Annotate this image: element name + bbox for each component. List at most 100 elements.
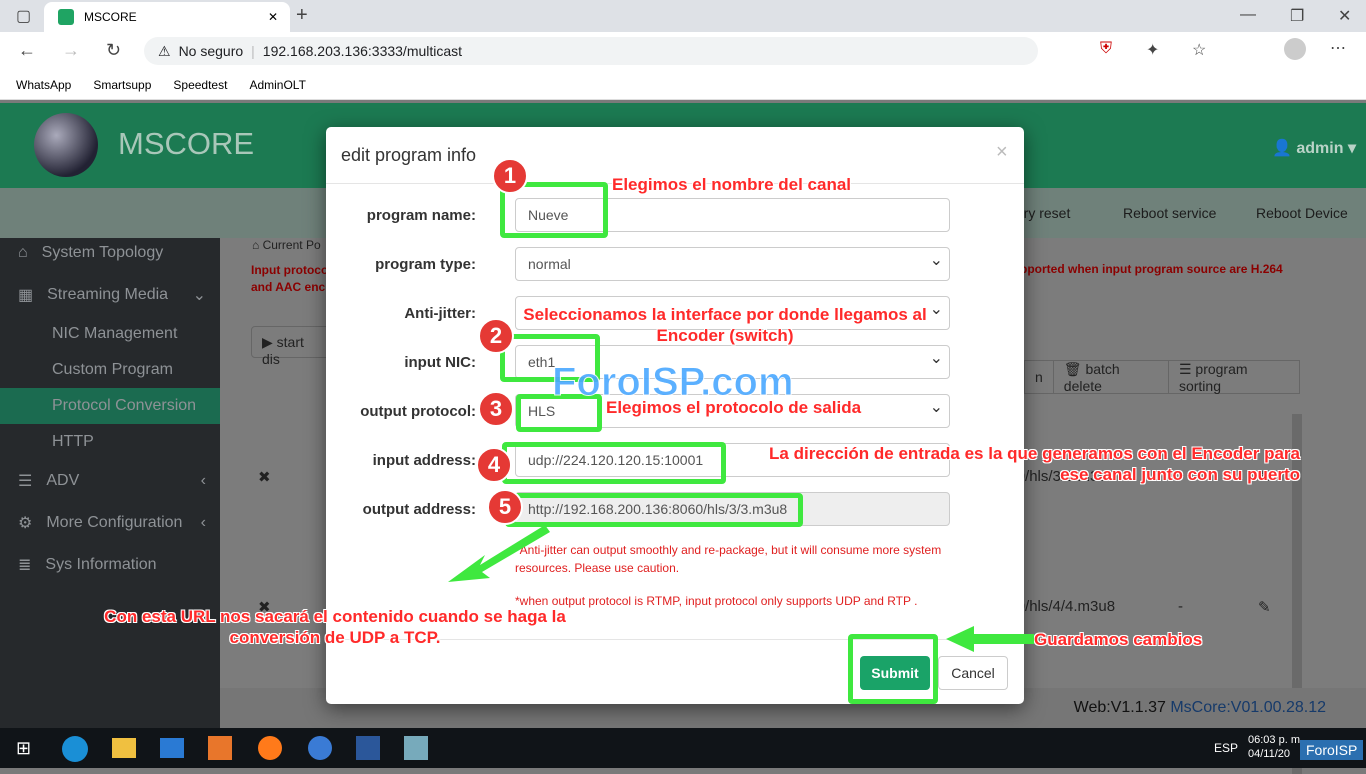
- output-address-label: output address:: [362, 501, 476, 518]
- reboot-service-link[interactable]: Reboot service: [1123, 205, 1216, 221]
- thunderbird-icon[interactable]: [308, 736, 332, 760]
- edge-icon[interactable]: [62, 736, 88, 762]
- annotation-2: Seleccionamos la interface por donde lle…: [523, 305, 927, 345]
- ublock-icon[interactable]: ⛨: [1100, 40, 1112, 58]
- bookmark-smartsupp[interactable]: Smartsupp: [93, 78, 151, 92]
- bookmark-whatsapp[interactable]: WhatsApp: [16, 78, 71, 92]
- annotation-1: Elegimos el nombre del canal: [612, 175, 852, 194]
- url-input[interactable]: ⚠ No seguro | 192.168.203.136:3333/multi…: [144, 37, 1038, 65]
- sidebar-item-sys-information[interactable]: ≣ Sys Information: [0, 547, 220, 583]
- security-label: No seguro: [178, 43, 244, 59]
- anti-jitter-label: Anti-jitter:: [404, 305, 476, 322]
- sidebar-item-custom-program[interactable]: Custom Program: [0, 352, 220, 388]
- program-type-select[interactable]: normal: [515, 247, 950, 281]
- sidebar-item-protocol-conversion[interactable]: Protocol Conversion: [0, 388, 220, 424]
- notice-left: Input protoco and AAC enc: [251, 263, 329, 294]
- program-sorting-button[interactable]: ☰ program sorting: [1167, 360, 1299, 394]
- word-icon[interactable]: [356, 736, 380, 760]
- list-icon: ☰: [18, 473, 33, 490]
- output-protocol-label: output protocol:: [360, 403, 476, 420]
- url-text: 192.168.203.136:3333/multicast: [262, 43, 463, 59]
- favicon-icon: [58, 9, 74, 25]
- mail-icon[interactable]: [160, 738, 184, 758]
- sidebar-label: System Topology: [41, 244, 164, 261]
- winbox-icon[interactable]: [404, 736, 428, 760]
- film-icon: ▦: [18, 287, 34, 304]
- start-button[interactable]: ▶ start dis: [251, 326, 331, 367]
- arrow-icon: [946, 626, 1034, 652]
- reload-icon[interactable]: ↻: [106, 40, 121, 61]
- close-window-icon[interactable]: ✕: [1338, 6, 1351, 26]
- table-toolbar: n 🗑 batch delete ☰ program sorting: [1024, 360, 1300, 394]
- reboot-device-link[interactable]: Reboot Device: [1256, 205, 1348, 221]
- input-nic-label: input NIC:: [404, 354, 476, 371]
- profile-avatar[interactable]: [1284, 38, 1306, 60]
- close-icon[interactable]: ×: [996, 141, 1008, 164]
- sidebar-item-http[interactable]: HTTP: [0, 424, 220, 460]
- file-explorer-icon[interactable]: [112, 738, 136, 758]
- highlight-box: [848, 634, 938, 704]
- new-tab-icon[interactable]: +: [296, 4, 308, 27]
- annotation-6: Guardamos cambios: [1034, 630, 1203, 649]
- dialog-title: edit program info: [341, 145, 477, 165]
- firefox-icon[interactable]: [258, 736, 282, 760]
- user-menu[interactable]: 👤 admin ▾: [1272, 138, 1356, 158]
- watermark: ForoISP.com: [552, 360, 795, 405]
- language-indicator[interactable]: ESP: [1214, 741, 1238, 755]
- annotation-4: La dirección de entrada es la que genera…: [769, 444, 1300, 484]
- sidebar-item-streaming-media[interactable]: ▦ Streaming Media ⌄: [0, 277, 220, 313]
- sidebar-item-system-topology[interactable]: ⌂ System Topology: [0, 235, 220, 271]
- browser-tab[interactable]: MSCORE ✕: [44, 2, 290, 32]
- chevron-left-icon: ‹: [200, 514, 206, 531]
- step-badge: 1: [492, 158, 528, 194]
- server-icon: ≣: [18, 557, 32, 574]
- arrow-icon: [448, 525, 550, 582]
- forward-icon[interactable]: →: [62, 40, 80, 61]
- program-name-label: program name:: [366, 207, 476, 224]
- rtmp-warning: *when output protocol is RTMP, input pro…: [515, 594, 918, 608]
- input-address-label: input address:: [372, 452, 476, 469]
- breadcrumb: ⌂ Current Po: [252, 238, 321, 252]
- app-icon[interactable]: [208, 736, 232, 760]
- chevron-down-icon: ⌄: [192, 287, 206, 304]
- sidebar-item-adv[interactable]: ☰ ADV ‹: [0, 463, 220, 499]
- edit-icon[interactable]: ✎: [1258, 598, 1271, 616]
- sidebar-item-nic-management[interactable]: NIC Management: [0, 316, 220, 352]
- bookmark-speedtest[interactable]: Speedtest: [173, 78, 227, 92]
- favorites-icon[interactable]: ☆: [1192, 40, 1206, 60]
- toolbar-button[interactable]: n: [1025, 369, 1053, 385]
- sidebar-label: HTTP: [52, 433, 94, 450]
- row-extra: -: [1178, 598, 1183, 615]
- taskbar: ⊞ ESP 06:03 p. m. 04/11/20 ForoISP: [0, 728, 1366, 768]
- minimize-icon[interactable]: —: [1240, 6, 1256, 24]
- anti-jitter-warning: *Anti-jitter can output smoothly and re-…: [515, 543, 942, 575]
- bookmark-adminolt[interactable]: AdminOLT: [249, 78, 305, 92]
- menu-icon[interactable]: ⋯: [1330, 38, 1346, 58]
- extensions-icon[interactable]: ✦: [1146, 40, 1159, 60]
- user-name: admin: [1296, 140, 1344, 157]
- foroisp-badge: ForoISP: [1300, 740, 1364, 760]
- step-badge: 4: [476, 447, 512, 483]
- gears-icon: ⚙: [18, 515, 33, 532]
- annotation-5: Con esta URL nos sacará el contenido cua…: [104, 607, 566, 647]
- delete-icon[interactable]: ✖: [258, 468, 271, 486]
- back-icon[interactable]: ←: [18, 40, 36, 61]
- sidebar-item-more-configuration[interactable]: ⚙ More Configuration ‹: [0, 505, 220, 541]
- highlight-box: [502, 442, 726, 484]
- windows-start-icon[interactable]: ⊞: [16, 738, 31, 759]
- sidebar-label: ADV: [46, 472, 80, 489]
- brand-title: MSCORE: [118, 126, 255, 161]
- notice-right: pported when input program source are H.…: [1020, 262, 1283, 276]
- cancel-button[interactable]: Cancel: [938, 656, 1008, 690]
- chevron-left-icon: ‹: [200, 472, 206, 489]
- bookmarks-bar: WhatsApp Smartsupp Speedtest AdminOLT: [0, 70, 1366, 100]
- close-tab-icon[interactable]: ✕: [268, 10, 278, 24]
- globe-logo: [34, 113, 98, 177]
- tab-actions-icon[interactable]: ▢: [16, 6, 31, 26]
- batch-delete-button[interactable]: 🗑 batch delete: [1052, 360, 1168, 394]
- restore-icon[interactable]: ❐: [1290, 6, 1304, 26]
- warning-icon: ⚠: [158, 42, 171, 59]
- sidebar-label: NIC Management: [52, 325, 178, 342]
- sidebar-label: Sys Information: [45, 556, 157, 573]
- clock[interactable]: 06:03 p. m. 04/11/20: [1248, 733, 1303, 761]
